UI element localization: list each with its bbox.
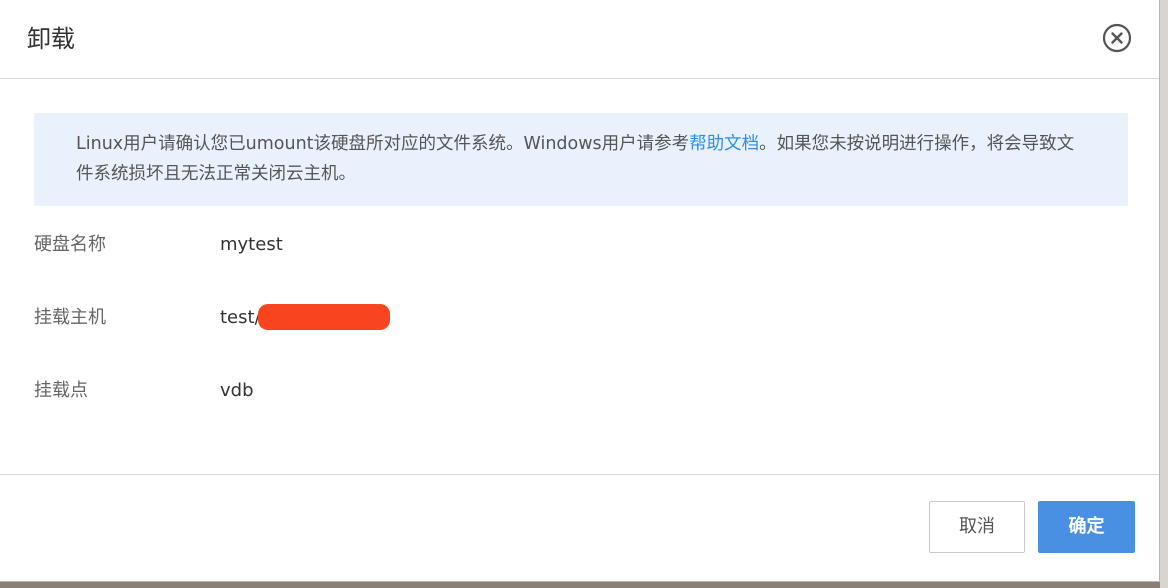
mount-point-value: vdb <box>220 380 254 401</box>
help-doc-link[interactable]: 帮助文档 <box>689 134 759 154</box>
disk-name-value: mytest <box>220 234 283 255</box>
dialog-title: 卸载 <box>27 25 75 53</box>
confirm-button[interactable]: 确定 <box>1038 501 1135 553</box>
unmount-dialog: 卸载 Linux用户请确认您已umount该硬盘所对应的文件系统。Windows… <box>0 0 1160 582</box>
notice-text-before-link: Linux用户请确认您已umount该硬盘所对应的文件系统。Windows用户请… <box>76 134 690 154</box>
close-button[interactable] <box>1102 23 1132 53</box>
mount-point-label: 挂载点 <box>34 380 88 401</box>
redaction-mark <box>258 304 390 330</box>
close-circle-icon <box>1102 23 1132 53</box>
cancel-button[interactable]: 取消 <box>929 501 1025 553</box>
host-label: 挂载主机 <box>34 307 106 328</box>
host-value: test/ <box>220 307 261 328</box>
page-backdrop <box>1160 0 1168 588</box>
disk-name-label: 硬盘名称 <box>34 234 106 255</box>
footer-divider <box>0 474 1159 475</box>
warning-notice: Linux用户请确认您已umount该硬盘所对应的文件系统。Windows用户请… <box>34 113 1128 206</box>
dialog-header: 卸载 <box>0 0 1159 79</box>
